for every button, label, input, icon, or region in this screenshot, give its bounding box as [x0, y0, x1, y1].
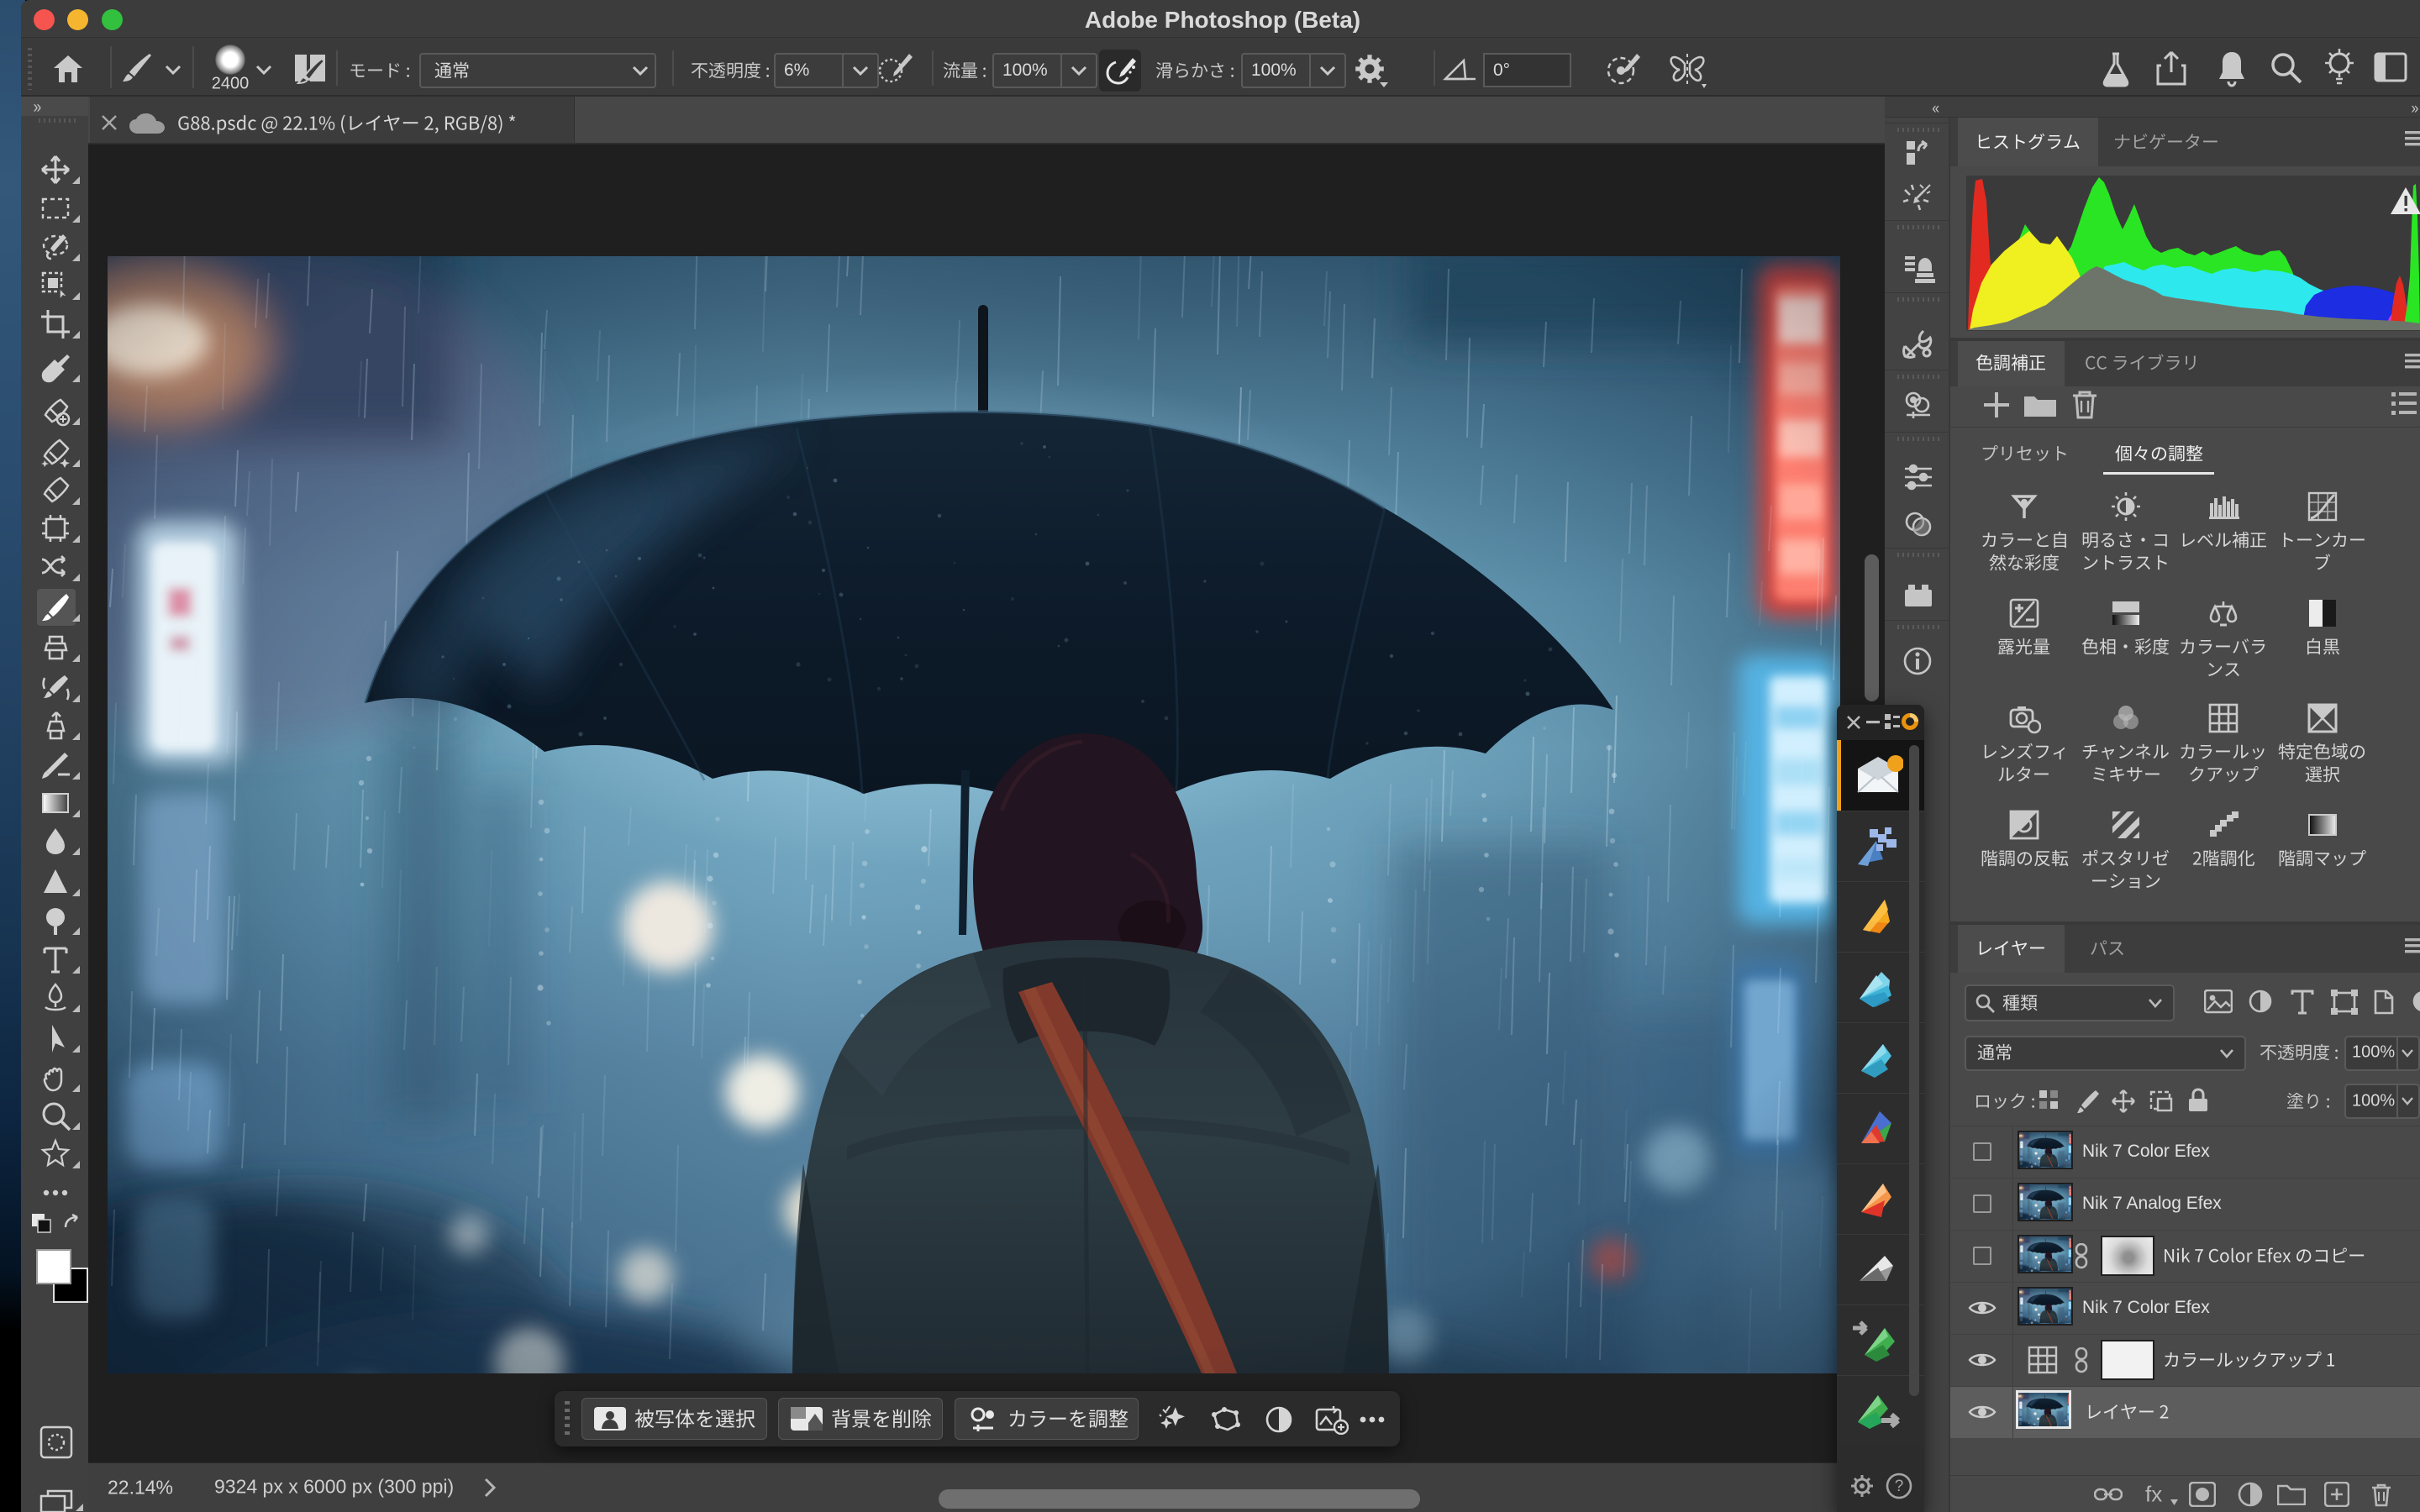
svg-text:?: ?	[1895, 1478, 1904, 1495]
